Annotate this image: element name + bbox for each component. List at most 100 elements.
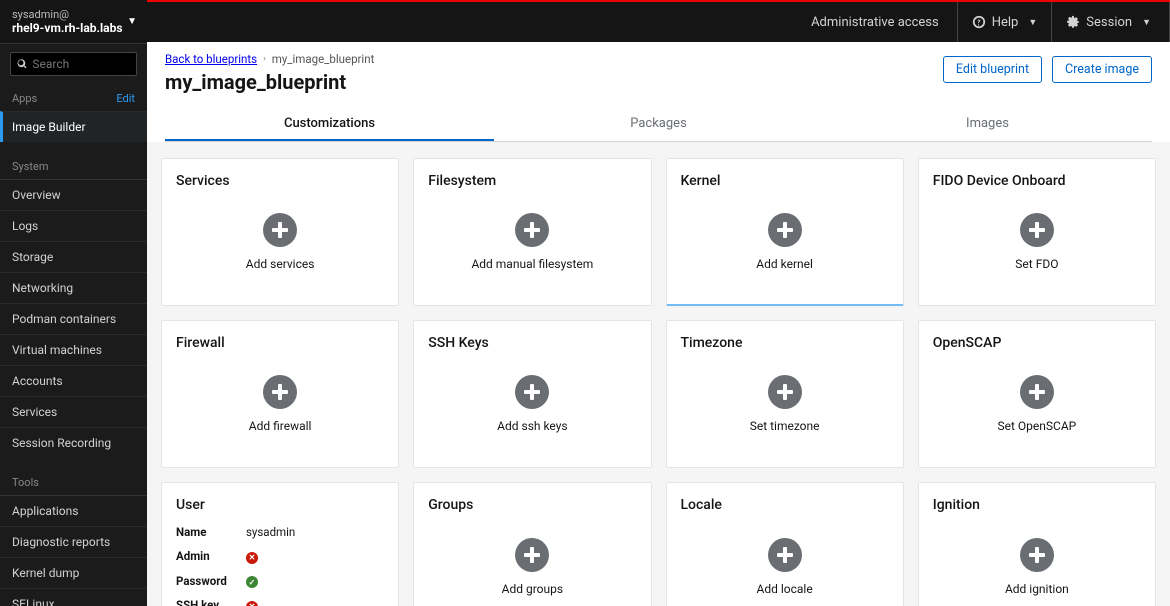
add-label: Add firewall <box>249 419 312 433</box>
sidebar-search-wrap <box>0 44 147 84</box>
card-groups: Groups Add groups <box>413 482 651 606</box>
add-action[interactable]: Add kernel <box>681 197 889 286</box>
sidebar-item-session-recording[interactable]: Session Recording <box>0 427 147 458</box>
host-user: sysadmin@ <box>12 8 135 21</box>
field-value: ✓ <box>246 574 384 589</box>
chevron-down-icon: ▼ <box>1142 17 1151 28</box>
sidebar-item-accounts[interactable]: Accounts <box>0 365 147 396</box>
sidebar-item-networking[interactable]: Networking <box>0 272 147 303</box>
sidebar-item-services[interactable]: Services <box>0 396 147 427</box>
plus-icon <box>263 375 297 409</box>
card-locale: LocaleAdd locale <box>666 482 904 606</box>
card-title: OpenSCAP <box>933 335 1141 351</box>
sidebar-item-logs[interactable]: Logs <box>0 210 147 241</box>
card-title: Timezone <box>681 335 889 351</box>
head-actions: Edit blueprint Create image <box>943 56 1152 83</box>
search-input[interactable] <box>32 57 130 71</box>
session-label: Session <box>1086 15 1132 30</box>
chevron-down-icon: ▼ <box>127 16 137 27</box>
add-label: Add ssh keys <box>497 419 567 433</box>
help-menu[interactable]: Help ▼ <box>957 2 1052 42</box>
tab-images[interactable]: Images <box>823 108 1152 141</box>
add-action[interactable]: Add firewall <box>176 359 384 449</box>
sidebar-item-diagnostic-reports[interactable]: Diagnostic reports <box>0 526 147 557</box>
main: Administrative access Help ▼ Session ▼ B… <box>147 0 1170 606</box>
plus-icon <box>1020 375 1054 409</box>
tools-header: Tools <box>0 468 147 495</box>
card-filesystem: FilesystemAdd manual filesystem <box>413 158 651 306</box>
apps-header: Apps Edit <box>0 84 147 111</box>
field-value: ✕ <box>246 549 384 564</box>
sidebar-item-storage[interactable]: Storage <box>0 241 147 272</box>
add-label: Add services <box>246 257 315 271</box>
tabs: CustomizationsPackagesImages <box>165 108 1152 142</box>
sidebar-item-selinux[interactable]: SELinux <box>0 588 147 606</box>
add-action[interactable]: Set timezone <box>681 359 889 449</box>
card-title: Groups <box>428 497 636 513</box>
sidebar-item-image-builder[interactable]: Image Builder <box>0 111 147 142</box>
plus-icon <box>515 538 549 572</box>
tab-packages[interactable]: Packages <box>494 108 823 141</box>
add-action[interactable]: Set OpenSCAP <box>933 359 1141 449</box>
add-label: Add groups <box>502 582 563 596</box>
search-icon <box>17 58 27 70</box>
breadcrumb-current: my_image_blueprint <box>272 52 375 66</box>
card-title: Firewall <box>176 335 384 351</box>
add-action[interactable]: Add services <box>176 197 384 287</box>
plus-icon <box>515 213 549 247</box>
sidebar-item-kernel-dump[interactable]: Kernel dump <box>0 557 147 588</box>
plus-icon <box>515 375 549 409</box>
x-icon: ✕ <box>246 601 258 606</box>
add-action[interactable]: Add manual filesystem <box>428 197 636 287</box>
breadcrumb-back[interactable]: Back to blueprints <box>165 52 257 66</box>
card-timezone: Timezone Set timezone <box>666 320 904 468</box>
cards-grid: ServicesAdd servicesFilesystemAdd manual… <box>161 158 1156 606</box>
session-menu[interactable]: Session ▼ <box>1051 2 1170 42</box>
card-title: Ignition <box>933 497 1141 513</box>
card-kernel: Kernel Add kernel <box>666 158 904 306</box>
card-user: UserNamesysadminAdmin✕Password✓SSH key✕ <box>161 482 399 606</box>
edit-apps-link[interactable]: Edit <box>116 92 135 105</box>
plus-icon <box>263 213 297 247</box>
system-header: System <box>0 152 147 179</box>
add-label: Set OpenSCAP <box>998 419 1077 433</box>
field-key: Name <box>176 525 246 539</box>
chevron-down-icon: ▼ <box>1028 17 1037 28</box>
add-action[interactable]: Set FDO <box>933 197 1141 287</box>
add-label: Add ignition <box>1005 582 1069 596</box>
field-key: Password <box>176 574 246 588</box>
system-label: System <box>12 160 49 173</box>
create-image-button[interactable]: Create image <box>1052 56 1152 83</box>
plus-icon <box>768 375 802 409</box>
content: ServicesAdd servicesFilesystemAdd manual… <box>147 142 1170 606</box>
card-title: User <box>176 497 384 513</box>
card-firewall: Firewall Add firewall <box>161 320 399 468</box>
admin-access-label[interactable]: Administrative access <box>793 15 957 30</box>
add-action[interactable]: Add groups <box>428 521 636 606</box>
chevron-right-icon: › <box>263 54 266 64</box>
sidebar-item-podman-containers[interactable]: Podman containers <box>0 303 147 334</box>
add-action[interactable]: Add ssh keys <box>428 359 636 449</box>
page-head: Back to blueprints › my_image_blueprint … <box>147 42 1170 94</box>
plus-icon <box>1020 538 1054 572</box>
plus-icon <box>1020 213 1054 247</box>
sidebar-item-applications[interactable]: Applications <box>0 495 147 526</box>
card-fido-device-onboard: FIDO Device OnboardSet FDO <box>918 158 1156 306</box>
gear-icon <box>1066 15 1080 29</box>
card-ignition: Ignition Add ignition <box>918 482 1156 606</box>
sidebar-search[interactable] <box>10 52 137 76</box>
card-ssh-keys: SSH KeysAdd ssh keys <box>413 320 651 468</box>
sidebar-item-virtual-machines[interactable]: Virtual machines <box>0 334 147 365</box>
host-name: rhel9-vm.rh-lab.labs <box>12 21 135 35</box>
add-label: Set FDO <box>1015 257 1058 271</box>
host-switcher[interactable]: sysadmin@ rhel9-vm.rh-lab.labs ▼ <box>0 0 147 44</box>
card-title: Kernel <box>681 173 889 189</box>
add-label: Add manual filesystem <box>471 257 593 271</box>
x-icon: ✕ <box>246 552 258 564</box>
add-action[interactable]: Add ignition <box>933 521 1141 606</box>
sidebar-item-overview[interactable]: Overview <box>0 179 147 210</box>
add-action[interactable]: Add locale <box>681 521 889 606</box>
edit-blueprint-button[interactable]: Edit blueprint <box>943 56 1042 83</box>
plus-icon <box>768 538 802 572</box>
tab-customizations[interactable]: Customizations <box>165 108 494 141</box>
